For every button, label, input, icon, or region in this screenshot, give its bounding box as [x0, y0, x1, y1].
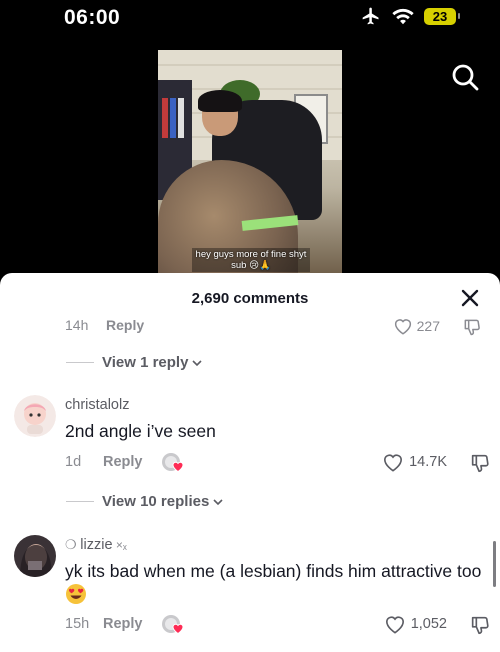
decoration-icon: ×ₓ — [112, 538, 127, 552]
view-replies-button[interactable]: View 10 replies — [66, 493, 224, 510]
reply-button[interactable]: Reply — [106, 317, 144, 333]
video-thumbnail[interactable]: hey guys more of fine shyt sub 😢🙏 — [158, 50, 342, 280]
chevron-down-icon — [192, 359, 203, 366]
video-area[interactable]: hey guys more of fine shyt sub 😢🙏 — [0, 40, 500, 280]
comment-time: 15h — [65, 616, 90, 632]
sparkle-icon: ❍ — [65, 537, 81, 552]
airplane-icon — [362, 7, 379, 25]
comment-meta: 15h Reply 1,052 — [65, 614, 495, 636]
like-button[interactable]: 227 — [393, 317, 440, 335]
dislike-icon[interactable] — [462, 317, 482, 337]
comments-count-title: 2,690 comments — [191, 290, 309, 307]
battery-icon: 23 — [424, 7, 460, 25]
wifi-icon — [392, 8, 414, 25]
comment-text: yk its bad when me (a lesbian) finds him… — [65, 559, 485, 607]
chevron-down-icon — [213, 498, 223, 505]
reply-button[interactable]: Reply — [103, 454, 143, 470]
comment-username[interactable]: christalolz — [65, 397, 129, 413]
heart-eyes-emoji-icon — [66, 584, 86, 604]
comments-sheet: 2,690 comments 14h Reply 227 View 1 repl… — [0, 273, 500, 652]
view-replies-label: View 10 replies — [102, 493, 210, 510]
avatar-image — [14, 535, 56, 577]
search-icon[interactable] — [450, 62, 480, 92]
status-bar: 06:00 23 — [0, 0, 500, 40]
dislike-icon[interactable] — [469, 614, 491, 636]
heart-icon — [385, 616, 404, 634]
reply-button[interactable]: Reply — [103, 616, 143, 632]
view-replies-label: View 1 reply — [102, 354, 189, 371]
view-replies-button[interactable]: View 1 reply — [66, 354, 203, 371]
like-count: 14.7K — [409, 454, 447, 470]
comment-username[interactable]: ❍ lizzie ×ₓ — [65, 537, 127, 553]
sheet-header: 2,690 comments — [0, 273, 500, 323]
dislike-icon[interactable] — [469, 452, 491, 474]
video-caption: hey guys more of fine shyt sub 😢🙏 — [192, 248, 310, 272]
status-icons: 23 — [360, 6, 460, 26]
divider-line — [66, 501, 94, 502]
divider-line — [66, 362, 94, 363]
previous-comment-meta: 14h Reply 227 — [0, 317, 500, 337]
comment-time: 1d — [65, 454, 82, 470]
like-count: 1,052 — [410, 616, 447, 632]
video-person-hair — [198, 90, 242, 112]
comment-text-content: yk its bad when me (a lesbian) finds him… — [65, 561, 482, 581]
creator-liked-icon — [162, 615, 184, 635]
like-button[interactable]: 14.7K — [382, 452, 447, 472]
status-time: 06:00 — [64, 6, 121, 29]
heart-icon — [394, 319, 411, 335]
heart-icon — [384, 454, 403, 472]
avatar[interactable] — [14, 535, 56, 577]
close-icon[interactable] — [460, 288, 480, 308]
comment-meta: 1d Reply 14.7K — [65, 452, 495, 474]
avatar[interactable] — [14, 395, 56, 437]
like-button[interactable]: 1,052 — [384, 614, 447, 634]
creator-liked-icon — [162, 453, 184, 473]
avatar-image — [14, 395, 56, 437]
comment-time: 14h — [65, 317, 89, 333]
like-count: 227 — [416, 318, 440, 334]
comment-username-text: lizzie — [80, 537, 113, 553]
comment-text: 2nd angle i’ve seen — [65, 421, 216, 441]
scrollbar[interactable] — [493, 541, 496, 587]
